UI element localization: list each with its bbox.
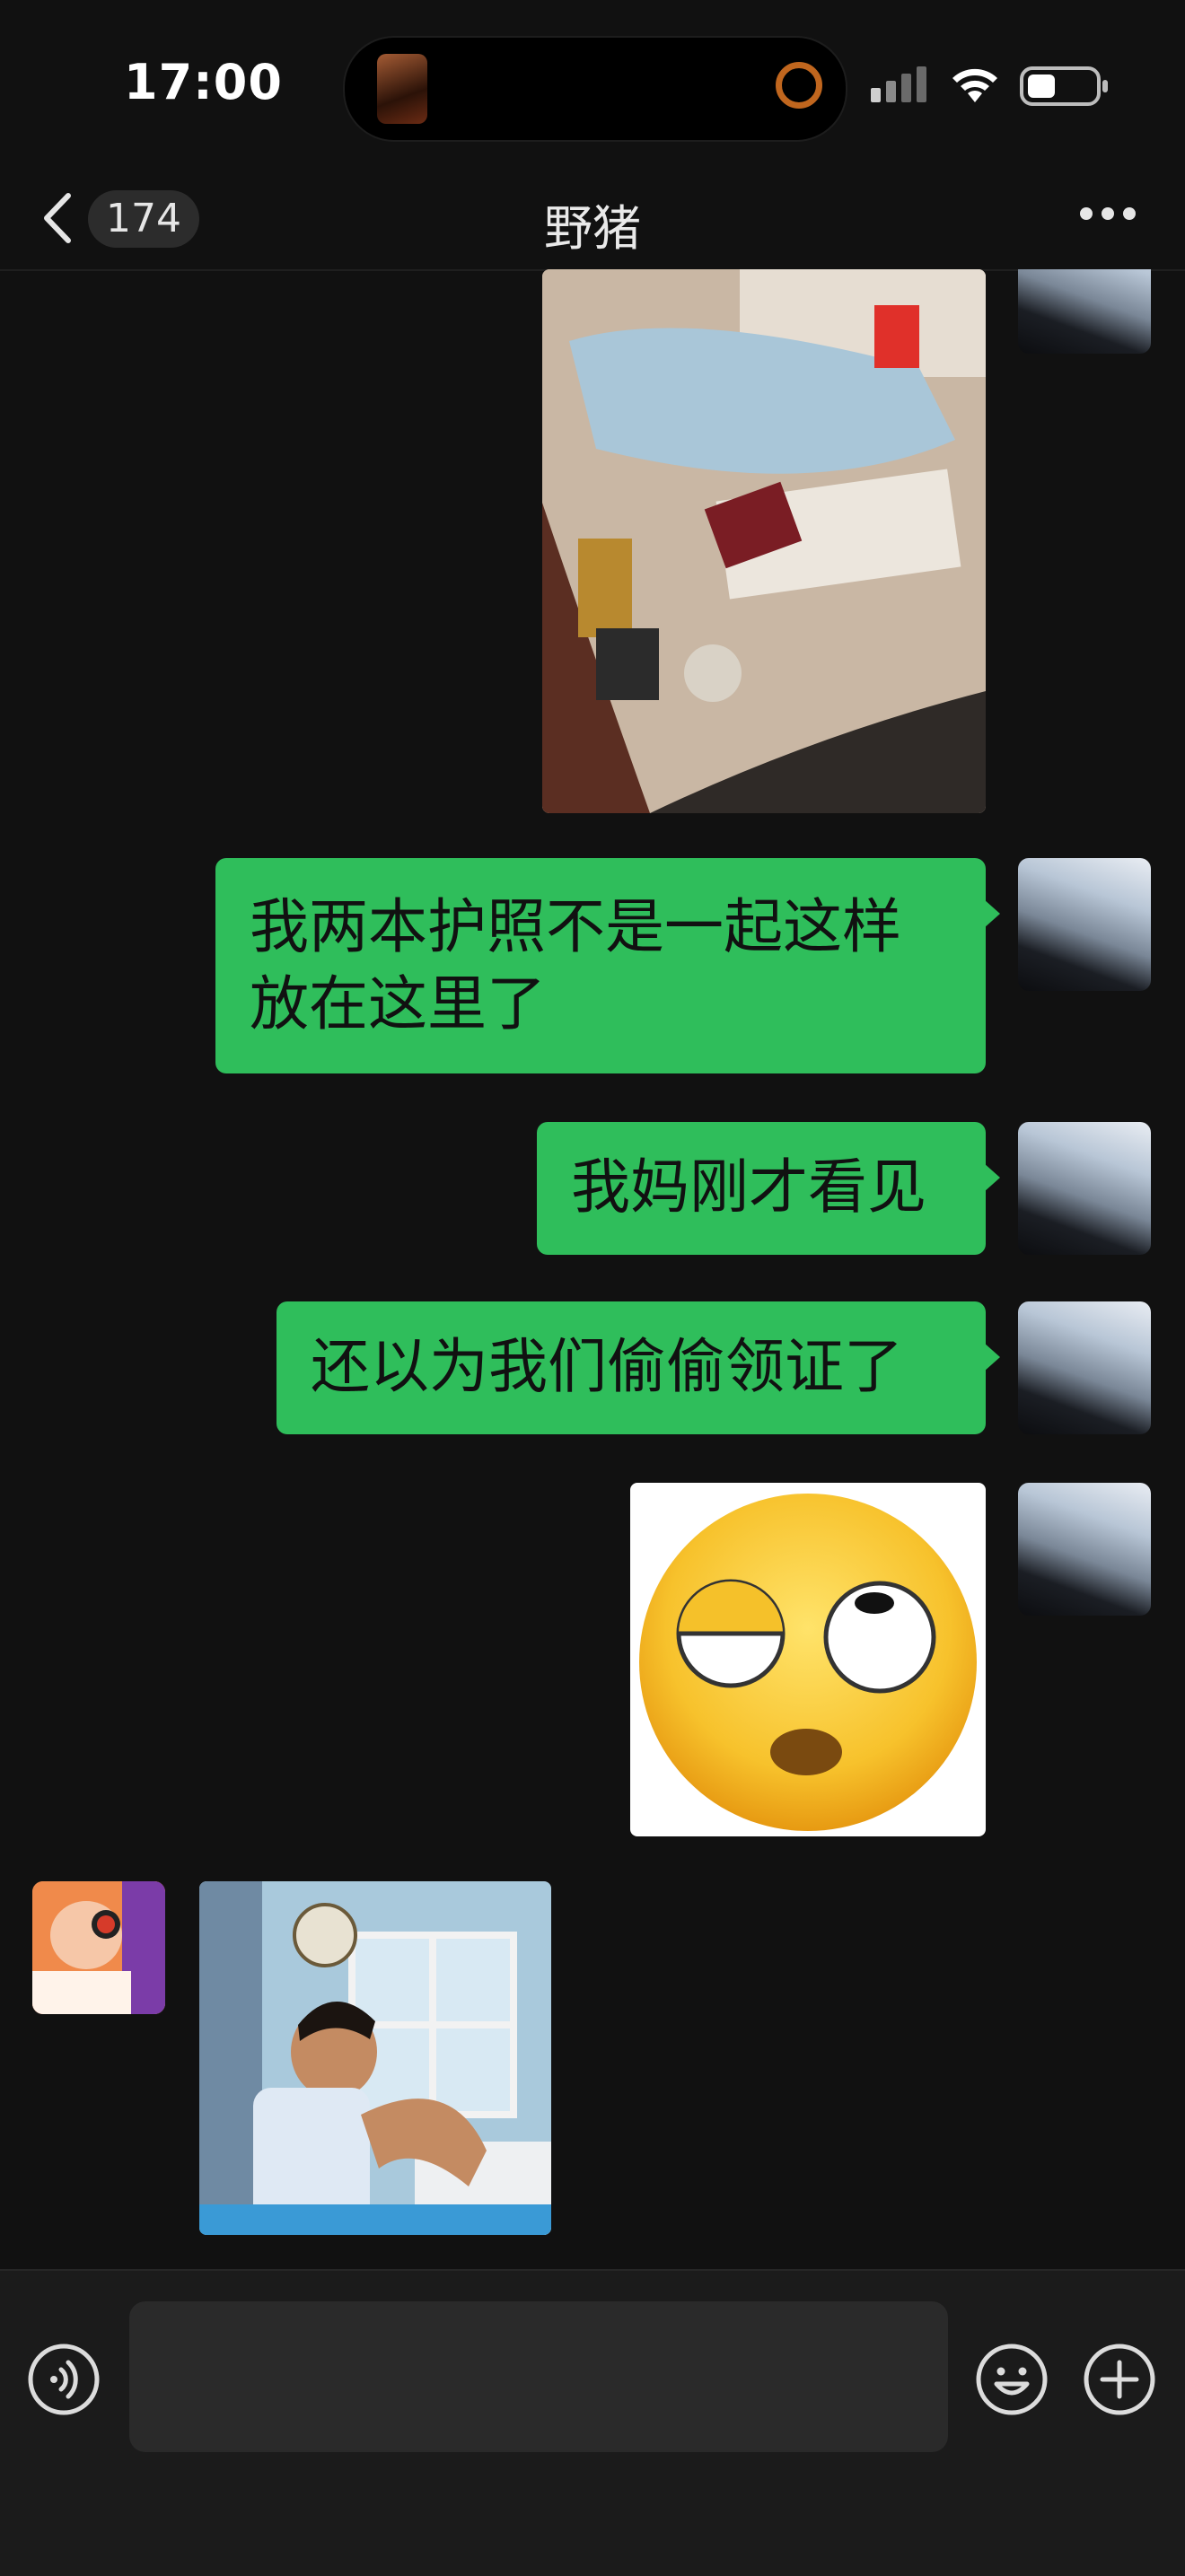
input-bar <box>0 2269 1185 2576</box>
message-list[interactable]: 我两本护照不是一起这样 放在这里了 我妈刚才看见 还以为我们偷偷领证了 <box>0 269 1185 2269</box>
cartoon-avatar-icon <box>32 1881 165 2014</box>
activity-ring-icon <box>776 62 822 109</box>
battery-icon <box>1020 66 1108 106</box>
message-text: 我妈刚才看见 <box>571 1152 926 1222</box>
my-avatar[interactable] <box>1018 1122 1151 1255</box>
message-input[interactable] <box>129 2301 948 2452</box>
my-avatar[interactable] <box>1018 269 1151 354</box>
photo-icon <box>542 269 986 813</box>
crying-boy-meme-icon <box>199 1881 551 2235</box>
status-icons <box>871 66 1108 106</box>
sticker-message[interactable] <box>199 1881 551 2235</box>
status-bar: 17:00 <box>0 0 1185 171</box>
photo-message[interactable] <box>542 269 986 813</box>
message-line: 我两本护照不是一起这样 <box>250 892 901 961</box>
sticker-message[interactable] <box>630 1483 986 1836</box>
chat-title: 野猪 <box>544 200 641 257</box>
peer-avatar[interactable] <box>32 1881 165 2014</box>
text-message[interactable]: 我两本护照不是一起这样 放在这里了 <box>215 858 1000 1073</box>
cellular-signal-icon <box>871 66 926 102</box>
dynamic-island[interactable] <box>343 36 847 142</box>
text-message[interactable]: 我妈刚才看见 <box>537 1122 1000 1255</box>
voice-input-icon[interactable] <box>27 2343 101 2416</box>
wifi-icon <box>952 68 997 102</box>
emoji-icon[interactable] <box>975 2343 1049 2416</box>
text-message[interactable]: 还以为我们偷偷领证了 <box>276 1301 1000 1434</box>
chat-header: 174 野猪 <box>0 171 1185 271</box>
rolling-eyes-emoji-icon <box>639 1494 977 1831</box>
message-line: 放在这里了 <box>250 969 546 1038</box>
my-avatar[interactable] <box>1018 1301 1151 1434</box>
now-playing-thumbnail <box>377 54 427 124</box>
my-avatar[interactable] <box>1018 858 1151 991</box>
more-options-icon[interactable] <box>1077 205 1138 223</box>
message-text: 还以为我们偷偷领证了 <box>311 1332 903 1401</box>
status-time: 17:00 <box>124 54 283 110</box>
add-attachment-icon[interactable] <box>1083 2343 1156 2416</box>
my-avatar[interactable] <box>1018 1483 1151 1616</box>
